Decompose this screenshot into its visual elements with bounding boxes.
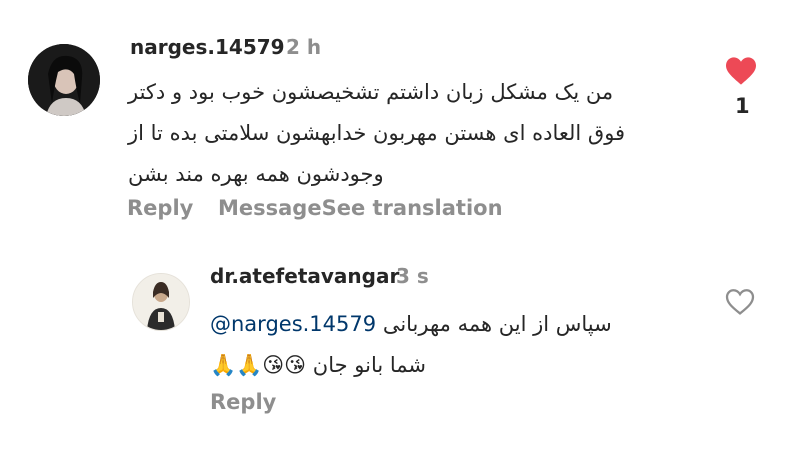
- heart-outline-icon[interactable]: [724, 288, 756, 316]
- comment-line-2: 🙏🙏😘😘 شما بانو جان: [210, 345, 690, 386]
- heart-filled-icon[interactable]: [724, 56, 758, 86]
- mention-link[interactable]: @narges.14579: [210, 312, 376, 336]
- reply-button[interactable]: Reply: [127, 196, 193, 220]
- avatar[interactable]: [28, 44, 100, 116]
- comment-line: وجودشون همه بهره مند بشن: [128, 162, 384, 186]
- reply-button[interactable]: Reply: [210, 390, 276, 414]
- comment-text: من یک مشکل زبان داشتم تشخیصشون خوب بود و…: [128, 72, 698, 195]
- message-button[interactable]: Message: [218, 196, 322, 220]
- profile-photo-icon: [28, 44, 100, 116]
- comment-username[interactable]: narges.14579: [130, 35, 285, 59]
- comment-text: @narges.14579 سپاس از این همه مهربانی 🙏🙏…: [210, 304, 690, 386]
- comment-timestamp: 3 s: [396, 264, 429, 288]
- like-count: 1: [735, 94, 750, 118]
- comment-line: شما بانو جان: [312, 353, 427, 377]
- comment-line: سپاس از این همه مهربانی: [382, 312, 612, 336]
- comment-username[interactable]: dr.atefetavangar: [210, 264, 399, 288]
- emoji-text: 🙏🙏😘😘: [210, 353, 307, 377]
- comment-line-1: @narges.14579 سپاس از این همه مهربانی: [210, 304, 690, 345]
- comment-line: فوق العاده ای هستن مهربون خدابهشون سلامت…: [128, 121, 626, 145]
- comment-line: من یک مشکل زبان داشتم تشخیصشون خوب بود و…: [128, 80, 614, 104]
- see-translation-button[interactable]: See translation: [322, 196, 503, 220]
- comment-actions: MessageSee translation: [218, 196, 503, 220]
- profile-photo-icon: [133, 274, 189, 330]
- comment-timestamp: 2 h: [286, 35, 322, 59]
- avatar[interactable]: [132, 273, 190, 331]
